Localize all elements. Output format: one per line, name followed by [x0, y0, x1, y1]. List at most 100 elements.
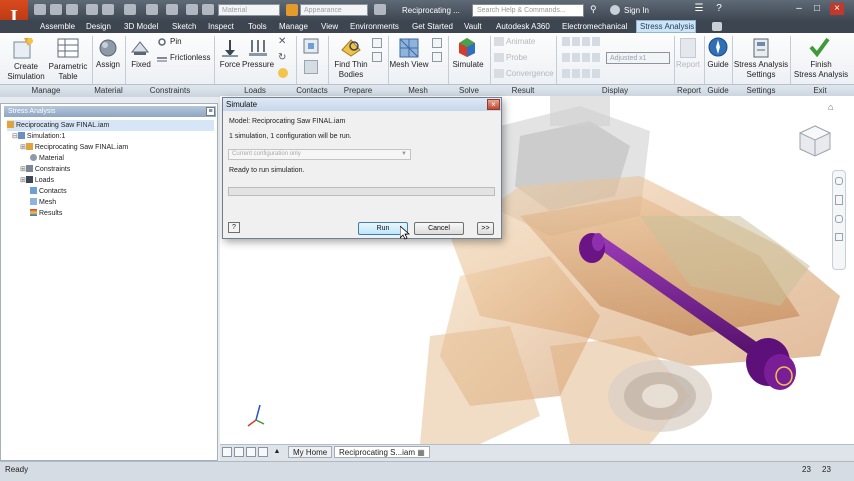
tab-3d-model[interactable]: 3D Model [124, 20, 158, 33]
exchange-icon[interactable]: ☰ [692, 3, 706, 15]
configuration-select[interactable]: Current configuration only ▼ [228, 149, 411, 160]
tree-item-simulation[interactable]: ⊟ Simulation:1 [12, 131, 65, 142]
ribbon-options-icon[interactable] [712, 22, 722, 31]
stress-analysis-settings-icon[interactable] [752, 37, 770, 59]
simulate-icon[interactable] [456, 36, 478, 58]
fixed-button[interactable]: Fixed [128, 60, 154, 70]
assign-material-icon[interactable] [97, 38, 119, 58]
tab-vault[interactable]: Vault [464, 20, 482, 33]
tree-root[interactable]: Reciprocating Saw FINAL.iam [7, 120, 214, 131]
manual-contact-icon[interactable] [304, 60, 318, 74]
guide-button[interactable]: Guide [704, 60, 732, 70]
tab-stress-analysis[interactable]: Stress Analysis [640, 20, 694, 33]
minimize-icon[interactable]: – [792, 3, 806, 15]
doc-tab-reciprocating-saw[interactable]: Reciprocating S...iam ▦ [334, 446, 430, 458]
animate-icon[interactable] [494, 37, 504, 46]
finish-stress-analysis-button[interactable]: Finish Stress Analysis [792, 60, 850, 80]
tab-menu-icon[interactable]: ▲ [272, 447, 282, 457]
save-icon[interactable] [66, 4, 78, 15]
orbit-icon[interactable] [835, 233, 843, 241]
probe-button[interactable]: Probe [506, 53, 527, 63]
more-options-button[interactable]: >> [477, 222, 494, 235]
parametric-table-icon[interactable] [56, 36, 80, 60]
guide-icon[interactable] [708, 37, 728, 57]
help-icon[interactable]: ? [712, 3, 726, 15]
tile-icon[interactable] [222, 447, 232, 457]
dialog-close-button[interactable]: × [487, 99, 500, 110]
undo-icon[interactable] [86, 4, 98, 15]
display-icons[interactable] [562, 53, 602, 62]
stress-analysis-settings-button[interactable]: Stress Analysis Settings [730, 60, 792, 80]
probe-icon[interactable] [494, 53, 504, 62]
tab-sketch[interactable]: Sketch [172, 20, 196, 33]
pan-icon[interactable] [835, 195, 843, 205]
tab-manage[interactable]: Manage [279, 20, 308, 33]
force-icon[interactable] [220, 38, 240, 58]
tab-assemble[interactable]: Assemble [40, 20, 75, 33]
create-simulation-button[interactable]: Create Simulation [4, 62, 48, 82]
tree-item-mesh[interactable]: Mesh [30, 197, 56, 208]
prepare-option-icon[interactable] [372, 38, 382, 48]
view-cube-icon[interactable] [798, 124, 832, 158]
mesh-settings-icon[interactable] [432, 38, 442, 48]
display-icons[interactable] [562, 37, 602, 46]
tree-item-results[interactable]: Results [30, 208, 62, 219]
tab-design[interactable]: Design [86, 20, 111, 33]
dialog-help-button[interactable]: ? [228, 222, 240, 233]
convergence-button[interactable]: Convergence [506, 69, 554, 79]
mesh-view-icon[interactable] [398, 37, 420, 59]
browser-menu-icon[interactable]: ≡ [206, 107, 215, 116]
gravity-icon[interactable] [278, 68, 288, 78]
cascade-icon[interactable] [234, 447, 244, 457]
sign-in-link[interactable]: Sign In [624, 4, 688, 17]
tab-get-started[interactable]: Get Started [412, 20, 453, 33]
report-button[interactable]: Report [674, 60, 702, 70]
parametric-table-button[interactable]: Parametric Table [46, 62, 90, 82]
tree-item-loads[interactable]: ⊞ Loads [20, 175, 54, 186]
tab-options-icon[interactable]: ▦ [417, 448, 425, 457]
close-icon[interactable]: × [830, 3, 844, 15]
tree-item-contacts[interactable]: Contacts [30, 186, 67, 197]
pressure-icon[interactable] [248, 38, 268, 58]
fixed-constraint-icon[interactable] [130, 38, 150, 58]
automatic-contacts-icon[interactable] [302, 37, 320, 55]
home-view-icon[interactable]: ⌂ [828, 102, 838, 112]
find-thin-bodies-icon[interactable] [340, 36, 362, 58]
home-icon[interactable] [124, 4, 136, 15]
tab-tools[interactable]: Tools [248, 20, 267, 33]
material-combo[interactable]: Material [218, 4, 280, 16]
bearing-load-icon[interactable]: ✕ [278, 37, 288, 47]
display-icons[interactable] [562, 69, 602, 78]
frictionless-icon[interactable] [157, 53, 167, 63]
simulate-button[interactable]: Simulate [450, 60, 486, 70]
tab-electromechanical[interactable]: Electromechanical [562, 20, 627, 33]
window-list-icon[interactable] [258, 447, 268, 457]
redo-icon[interactable] [102, 4, 114, 15]
animate-button[interactable]: Animate [506, 37, 535, 47]
mesh-view-button[interactable]: Mesh View [388, 60, 430, 70]
maximize-icon[interactable]: □ [810, 3, 824, 15]
tab-inspect[interactable]: Inspect [208, 20, 234, 33]
fx-icon[interactable] [374, 4, 386, 15]
color-icon[interactable] [202, 4, 214, 15]
force-button[interactable]: Force [216, 60, 244, 70]
steering-wheel-icon[interactable] [835, 177, 843, 185]
adjusted-scale-combo[interactable]: Adjusted x1 [606, 52, 670, 64]
navigation-bar[interactable] [832, 170, 846, 270]
tab-autodesk-a360[interactable]: Autodesk A360 [496, 20, 550, 33]
tab-environments[interactable]: Environments [350, 20, 399, 33]
report-icon[interactable] [680, 38, 696, 58]
finish-checkmark-icon[interactable] [808, 36, 830, 58]
find-thin-bodies-button[interactable]: Find Thin Bodies [330, 60, 372, 80]
frictionless-button[interactable]: Frictionless [170, 53, 210, 63]
new-icon[interactable] [34, 4, 46, 15]
prepare-option-icon[interactable] [372, 52, 382, 62]
search-input[interactable]: Search Help & Commands... [472, 4, 584, 17]
select-icon[interactable] [146, 4, 158, 15]
arrange-icon[interactable] [246, 447, 256, 457]
appearance-combo[interactable]: Appearance [300, 4, 368, 16]
tree-item-constraints[interactable]: ⊞ Constraints [20, 164, 70, 175]
open-icon[interactable] [50, 4, 62, 15]
convergence-icon[interactable] [494, 69, 504, 78]
doc-tab-my-home[interactable]: My Home [288, 446, 333, 458]
